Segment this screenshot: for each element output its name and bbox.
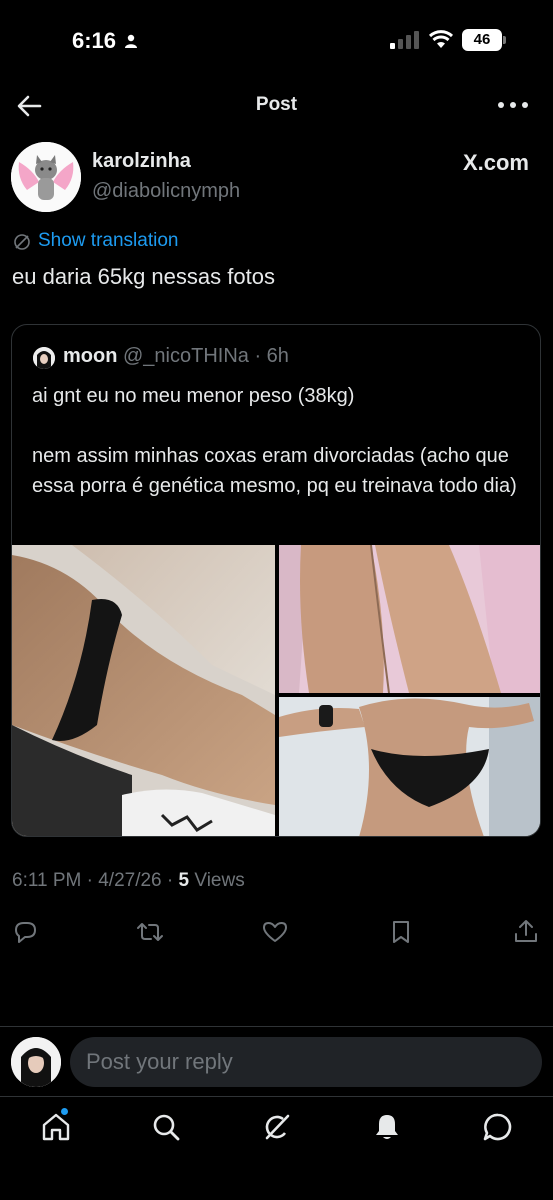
- more-dots-icon[interactable]: [495, 94, 531, 116]
- quoted-author-name: moon: [63, 345, 118, 367]
- reply-icon[interactable]: [11, 918, 39, 946]
- post-timestamp: 6:11 PM · 4/27/26 ·: [12, 870, 179, 891]
- wifi-icon: [428, 30, 454, 48]
- quoted-photo-2[interactable]: [279, 545, 540, 693]
- notifications-icon[interactable]: [371, 1111, 403, 1143]
- status-time: 6:16: [72, 28, 117, 53]
- views-count[interactable]: 5: [179, 870, 190, 891]
- views-label: Views: [189, 870, 245, 891]
- like-icon[interactable]: [261, 918, 289, 946]
- quoted-author-handle: @_nicoTHINa · 6h: [117, 345, 289, 367]
- quoted-post[interactable]: moon @_nicoTHINa · 6h ai gnt eu no meu m…: [11, 324, 541, 837]
- reply-input[interactable]: Post your reply: [70, 1037, 542, 1087]
- bookmark-icon[interactable]: [387, 918, 415, 946]
- post-actions: [0, 918, 553, 948]
- quoted-photo-3[interactable]: [279, 697, 540, 836]
- home-icon[interactable]: [40, 1111, 72, 1143]
- divider: [0, 1026, 553, 1027]
- quoted-photo-1[interactable]: [12, 545, 275, 836]
- quoted-avatar: [33, 347, 55, 369]
- top-header: Post: [0, 82, 553, 130]
- show-translation-link[interactable]: Show translation: [38, 230, 178, 252]
- bottom-tab-bar: [0, 1096, 553, 1200]
- reply-placeholder: Post your reply: [86, 1049, 233, 1074]
- post-text: eu daria 65kg nessas fotos: [12, 264, 275, 289]
- share-icon[interactable]: [512, 918, 540, 946]
- messages-icon[interactable]: [482, 1111, 514, 1143]
- translate-icon[interactable]: [13, 233, 31, 251]
- signal-icon: [390, 31, 419, 49]
- page-title: Post: [255, 94, 298, 115]
- status-bar: 6:16 46: [0, 0, 553, 80]
- grok-icon[interactable]: [261, 1111, 293, 1143]
- battery-indicator: 46: [462, 29, 506, 51]
- author-avatar[interactable]: [11, 142, 81, 212]
- post-meta: 6:11 PM · 4/27/26 · 5 Views: [12, 870, 245, 892]
- home-notification-dot: [61, 1108, 68, 1115]
- search-icon[interactable]: [150, 1111, 182, 1143]
- quoted-header: moon @_nicoTHINa · 6h: [63, 345, 289, 368]
- source-label: X.com: [462, 150, 529, 175]
- repost-icon[interactable]: [136, 918, 164, 946]
- author-name[interactable]: karolzinha: [92, 150, 191, 173]
- author-handle[interactable]: @diabolicnymph: [92, 180, 240, 203]
- person-icon: [125, 34, 137, 48]
- quoted-text: ai gnt eu no meu menor peso (38kg) nem a…: [32, 385, 517, 497]
- user-avatar[interactable]: [11, 1037, 61, 1087]
